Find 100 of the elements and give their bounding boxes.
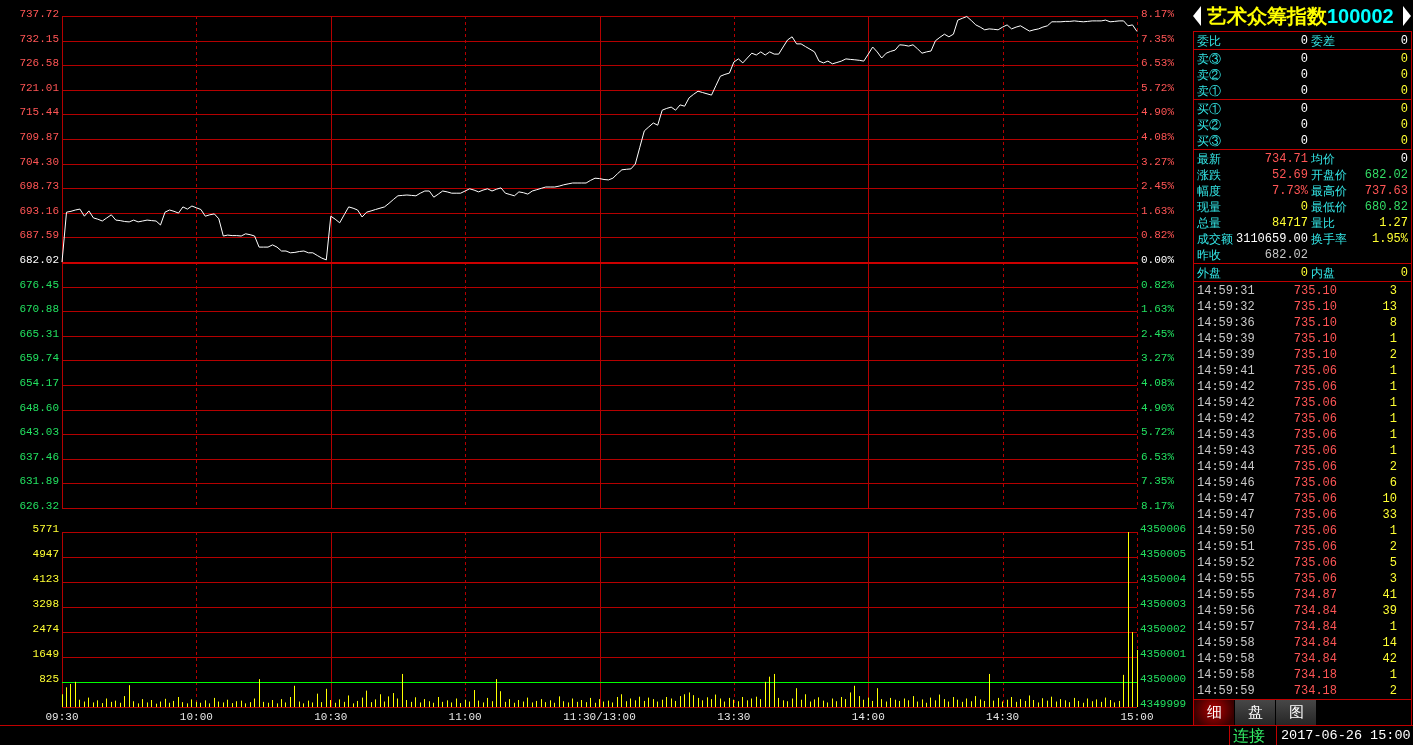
trade-price: 735.06	[1292, 459, 1337, 475]
trade-price: 735.06	[1292, 523, 1337, 539]
price-axis-label: 715.44	[19, 106, 59, 119]
percent-axis-label: 4.90%	[1141, 106, 1174, 119]
volume-axis-label: 2474	[32, 623, 59, 635]
quote-value: 0	[1399, 265, 1408, 281]
order-volume: 0	[1399, 133, 1408, 149]
order-price: 0	[1299, 133, 1308, 149]
trade-time: 14:59:32	[1197, 299, 1256, 315]
order-price: 0	[1299, 51, 1308, 67]
trade-price: 735.06	[1292, 395, 1337, 411]
quote-label: 换手率	[1310, 231, 1348, 247]
percent-axis-label: 6.53%	[1141, 57, 1174, 70]
trade-volume: 13	[1381, 299, 1397, 315]
volume-right-axis-label: 4350004	[1140, 573, 1187, 585]
quote-value: 682.02	[1363, 167, 1408, 183]
trade-price: 734.18	[1292, 667, 1337, 683]
quote-label: 外盘	[1197, 265, 1222, 281]
panel-tab[interactable]: 盘	[1235, 700, 1275, 725]
trade-volume: 2	[1388, 347, 1397, 363]
price-axis-label: 665.31	[19, 327, 59, 340]
time-axis-label: 09:30	[45, 711, 79, 723]
trade-price: 735.10	[1292, 331, 1337, 347]
order-volume: 0	[1399, 117, 1408, 133]
trade-volume: 5	[1388, 555, 1397, 571]
trade-price: 735.06	[1292, 427, 1337, 443]
percent-axis-label: 5.72%	[1141, 426, 1174, 439]
percent-axis-label: 4.08%	[1141, 131, 1174, 143]
trade-price: 735.06	[1292, 379, 1337, 395]
order-volume: 0	[1399, 51, 1408, 67]
trade-volume: 2	[1388, 459, 1397, 475]
quote-label: 委差	[1310, 33, 1336, 49]
time-axis-label: 13:30	[717, 711, 751, 723]
trade-price: 735.06	[1292, 571, 1337, 587]
trade-time: 14:59:42	[1197, 379, 1256, 395]
quote-label: 开盘价	[1310, 167, 1348, 183]
volume-axis-label: 1649	[32, 648, 59, 660]
percent-axis-label: 1.63%	[1141, 204, 1174, 217]
price-axis-label: 693.16	[19, 204, 59, 217]
price-axis-label: 726.58	[19, 57, 59, 70]
quote-value: 7.73%	[1271, 183, 1308, 199]
left-arrow-icon[interactable]	[1193, 5, 1201, 26]
price-axis-label: 637.46	[19, 450, 59, 463]
quote-value: 3110659.00	[1235, 231, 1308, 247]
volume-right-axis-label: 4350000	[1140, 673, 1187, 685]
quote-label: 最新	[1197, 151, 1222, 167]
order-label: 买③	[1197, 133, 1222, 149]
stock-name: 艺术众筹指数	[1207, 3, 1327, 28]
price-axis-label: 626.32	[19, 500, 59, 512]
volume-axis-label: 4123	[32, 572, 59, 585]
order-label: 卖③	[1197, 51, 1222, 67]
price-axis-label: 659.74	[19, 352, 59, 365]
percent-axis-label: 3.27%	[1141, 352, 1174, 365]
quote-value: 0	[1299, 199, 1308, 215]
trade-price: 735.06	[1292, 507, 1337, 523]
trade-price: 735.06	[1292, 363, 1337, 379]
time-axis-label: 10:00	[179, 711, 213, 723]
order-label: 卖②	[1197, 67, 1222, 83]
price-axis-label: 631.89	[19, 475, 59, 488]
trade-volume: 1	[1388, 427, 1397, 443]
quote-value: 737.63	[1363, 183, 1408, 199]
trade-volume: 3	[1388, 571, 1397, 587]
trade-time: 14:59:44	[1197, 459, 1256, 475]
order-volume: 0	[1399, 101, 1408, 117]
trade-time: 14:59:57	[1197, 619, 1256, 635]
price-axis-label: 643.03	[19, 426, 59, 439]
panel-tab[interactable]: 图	[1276, 700, 1316, 725]
quote-label: 最低价	[1310, 199, 1348, 215]
trade-time: 14:59:42	[1197, 411, 1256, 427]
quote-label: 昨收	[1197, 247, 1222, 263]
panel-tab[interactable]: 细	[1194, 700, 1234, 725]
trade-time: 14:59:51	[1197, 539, 1256, 555]
trade-time: 14:59:39	[1197, 347, 1256, 363]
trade-volume: 14	[1381, 635, 1397, 651]
time-axis-label: 11:00	[448, 711, 482, 723]
quote-value: 734.71	[1263, 151, 1308, 167]
trade-time: 14:59:58	[1197, 635, 1256, 651]
quote-value: 1.95%	[1371, 231, 1408, 247]
trade-price: 734.84	[1292, 603, 1337, 619]
volume-axis-label: 4947	[32, 548, 59, 560]
order-volume: 0	[1399, 83, 1408, 99]
percent-axis-label: 4.90%	[1141, 401, 1174, 414]
trade-time: 14:59:59	[1197, 683, 1256, 699]
trade-volume: 1	[1388, 363, 1397, 379]
trade-volume: 1	[1388, 667, 1397, 683]
trade-price: 735.06	[1292, 443, 1337, 459]
trade-volume: 42	[1381, 651, 1397, 667]
percent-axis-label: 5.72%	[1141, 81, 1174, 94]
right-arrow-icon[interactable]	[1403, 5, 1411, 26]
trade-price: 734.84	[1292, 635, 1337, 651]
trade-price: 735.06	[1292, 539, 1337, 555]
time-axis-label: 14:00	[851, 711, 885, 723]
volume-axis-label: 5771	[32, 523, 59, 535]
time-axis-label: 15:00	[1120, 711, 1154, 723]
percent-axis-label: 8.17%	[1141, 500, 1174, 512]
quote-label: 现量	[1197, 199, 1222, 215]
volume-right-axis-label: 4350005	[1140, 548, 1187, 560]
quote-label: 幅度	[1197, 183, 1222, 199]
volume-right-axis-label: 4350006	[1140, 523, 1187, 535]
trade-price: 734.84	[1292, 619, 1337, 635]
